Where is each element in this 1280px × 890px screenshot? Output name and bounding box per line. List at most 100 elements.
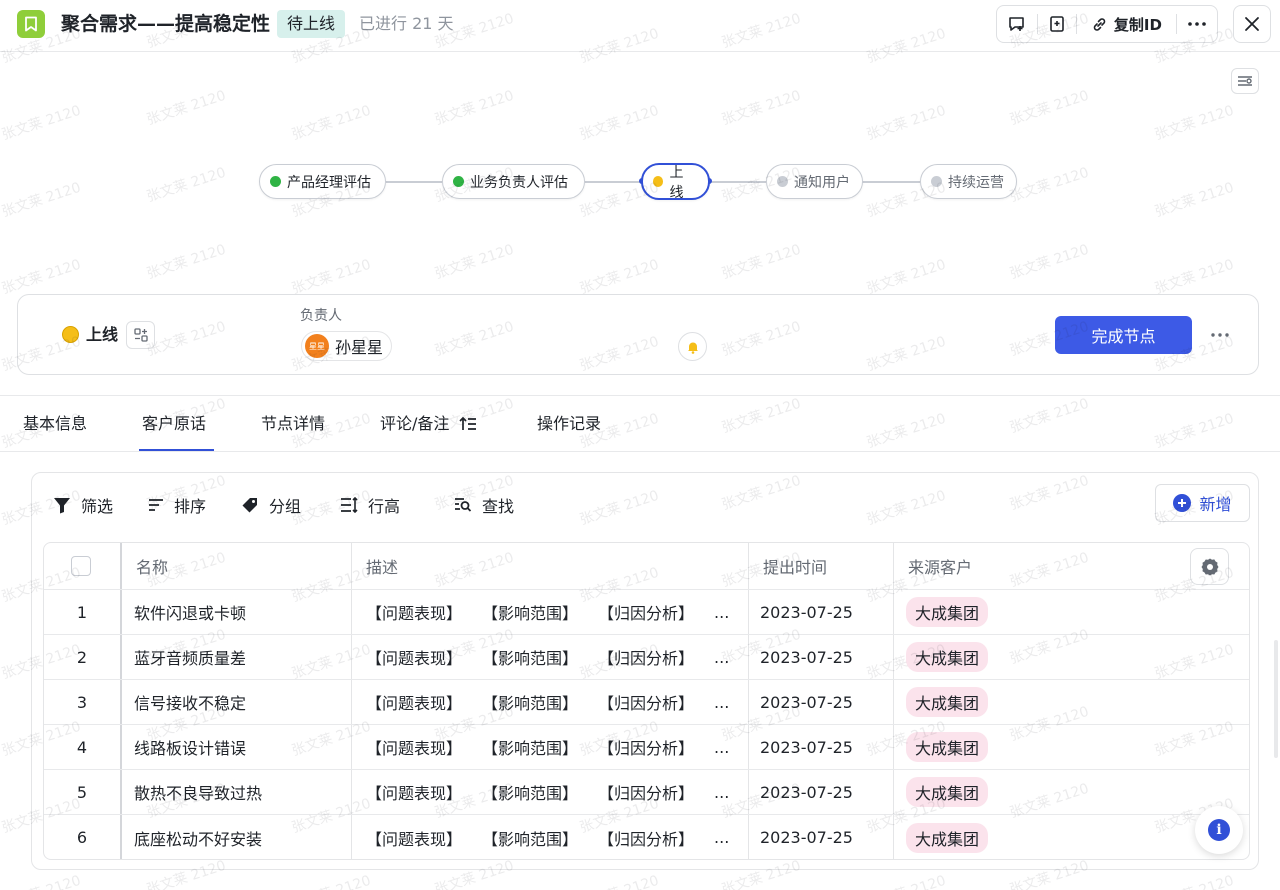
add-record-button[interactable]: 新增	[1155, 484, 1250, 522]
row-description[interactable]: 【问题表现】 【影响范围】 【归因分析】...	[366, 635, 741, 679]
description-part: 【影响范围】	[482, 829, 579, 849]
table-header: 名称 描述 提出时间 来源客户	[44, 543, 1249, 590]
select-all-checkbox[interactable]	[71, 543, 93, 589]
sort-order-icon[interactable]	[459, 416, 477, 432]
watermark-text: 张文莱 2120	[719, 241, 803, 283]
bookmark-add-button[interactable]	[1038, 6, 1076, 42]
table-row[interactable]: 2 蓝牙音频质量差 【问题表现】 【影响范围】 【归因分析】... 2023-07-25 大…	[44, 635, 1249, 680]
watermark-text: 张文莱 2120	[1007, 87, 1091, 129]
bell-icon	[687, 342, 698, 354]
plus-icon	[1173, 494, 1192, 512]
group-button[interactable]: 分组	[241, 493, 301, 517]
remind-button[interactable]	[678, 332, 707, 361]
table-row[interactable]: 3 信号接收不稳定 【问题表现】 【影响范围】 【归因分析】... 2023-07-25 大…	[44, 680, 1249, 725]
flow-node-notify-users[interactable]: 通知用户	[766, 164, 863, 199]
tab-comments[interactable]: 评论/备注	[380, 413, 477, 435]
column-header-description[interactable]: 描述	[366, 543, 398, 589]
status-dot-pending	[777, 176, 788, 187]
watermark-text: 张文莱 2120	[577, 102, 661, 144]
description-part: ...	[714, 737, 730, 757]
status-dot-current	[62, 326, 79, 343]
more-button[interactable]	[1177, 6, 1217, 42]
watermark-text: 张文莱 2120	[1007, 164, 1091, 206]
row-name[interactable]: 底座松动不好安装	[134, 815, 262, 859]
watermark-text: 张文莱 2120	[432, 241, 516, 283]
page-title: 聚合需求——提高稳定性	[61, 13, 271, 35]
table-settings-button[interactable]	[1190, 548, 1229, 585]
watermark-text: 张文莱 2120	[1152, 102, 1236, 144]
more-icon	[1188, 22, 1206, 26]
row-name[interactable]: 信号接收不稳定	[134, 680, 246, 724]
watermark-text: 张文莱 2120	[0, 102, 83, 144]
group-label: 分组	[269, 497, 302, 516]
status-dot-current	[653, 176, 664, 187]
customer-tag: 大成集团	[906, 777, 989, 807]
description-part: 【影响范围】	[482, 649, 579, 668]
tab-operation-log[interactable]: 操作记录	[537, 413, 601, 435]
description-part: 【归因分析】	[598, 829, 695, 849]
flow-connector	[862, 181, 920, 183]
row-description[interactable]: 【问题表现】 【影响范围】 【归因分析】...	[366, 725, 741, 769]
row-description[interactable]: 【问题表现】 【影响范围】 【归因分析】...	[366, 770, 741, 814]
node-detail-button[interactable]	[126, 321, 155, 349]
row-customer[interactable]: 大成集团	[906, 680, 989, 724]
row-time: 2023-07-25	[760, 647, 853, 667]
help-button[interactable]: i	[1195, 806, 1243, 854]
column-header-time[interactable]: 提出时间	[763, 543, 827, 589]
flow-node-operations[interactable]: 持续运营	[920, 164, 1017, 199]
complete-node-button[interactable]: 完成节点	[1055, 316, 1192, 354]
node-card: 上线 负责人 星星 孙星星 完成节点	[17, 294, 1259, 375]
flow-settings-button[interactable]	[1231, 68, 1259, 94]
owner-label: 负责人	[300, 308, 342, 324]
scrollbar[interactable]	[1274, 640, 1278, 758]
close-icon	[1245, 17, 1259, 31]
flow-node-business-owner[interactable]: 业务负责人评估	[442, 164, 585, 199]
comment-add-icon	[1009, 17, 1024, 31]
tab-basic-info[interactable]: 基本信息	[23, 413, 87, 435]
more-icon	[1211, 333, 1229, 337]
add-comment-button[interactable]	[997, 6, 1037, 42]
table-row[interactable]: 1 软件闪退或卡顿 【问题表现】 【影响范围】 【归因分析】... 2023-07-25 大…	[44, 590, 1249, 635]
page-header: 聚合需求——提高稳定性 待上线 已进行 21 天 复制ID	[0, 0, 1280, 52]
row-description[interactable]: 【问题表现】 【影响范围】 【归因分析】...	[366, 815, 741, 859]
row-customer[interactable]: 大成集团	[906, 590, 989, 634]
row-name[interactable]: 蓝牙音频质量差	[134, 635, 246, 679]
owner-name: 孙星星	[335, 338, 384, 357]
row-customer[interactable]: 大成集团	[906, 635, 989, 679]
gear-icon	[1201, 558, 1218, 575]
column-header-name[interactable]: 名称	[136, 543, 168, 589]
row-customer[interactable]: 大成集团	[906, 725, 989, 769]
row-height-icon	[341, 497, 358, 513]
sort-icon	[149, 499, 163, 511]
column-header-customer[interactable]: 来源客户	[908, 543, 972, 589]
description-part: 【问题表现】	[366, 604, 463, 623]
tab-node-details[interactable]: 节点详情	[261, 413, 325, 435]
tab-customer-voice[interactable]: 客户原话	[142, 413, 206, 435]
tab-bar: 基本信息 客户原话 节点详情 评论/备注 操作记录	[0, 395, 1280, 452]
row-description[interactable]: 【问题表现】 【影响范围】 【归因分析】...	[366, 680, 741, 724]
table-row[interactable]: 4 线路板设计错误 【问题表现】 【影响范围】 【归因分析】... 2023-07-25 大…	[44, 725, 1249, 770]
search-button[interactable]: 查找	[454, 493, 514, 517]
description-part: 【问题表现】	[366, 829, 463, 849]
row-time: 2023-07-25	[760, 692, 853, 712]
row-name[interactable]: 散热不良导致过热	[134, 770, 262, 814]
row-customer[interactable]: 大成集团	[906, 770, 989, 814]
flow-node-launch[interactable]: 上线	[641, 163, 710, 201]
watermark-text: 张文莱 2120	[289, 256, 373, 298]
row-description[interactable]: 【问题表现】 【影响范围】 【归因分析】...	[366, 590, 741, 634]
sort-button[interactable]: 排序	[148, 493, 206, 517]
filter-button[interactable]: 筛选	[53, 493, 113, 517]
owner-chip[interactable]: 星星 孙星星	[301, 331, 393, 361]
copy-id-button[interactable]: 复制ID	[1077, 6, 1177, 42]
flow-node-product-manager[interactable]: 产品经理评估	[259, 164, 386, 199]
flow-node-label: 产品经理评估	[287, 174, 371, 191]
row-customer[interactable]: 大成集团	[906, 815, 989, 859]
watermark-text: 张文莱 2120	[864, 870, 948, 890]
row-name[interactable]: 线路板设计错误	[134, 725, 246, 769]
close-button[interactable]	[1233, 5, 1271, 43]
node-more-button[interactable]	[1208, 323, 1232, 347]
table-row[interactable]: 6 底座松动不好安装 【问题表现】 【影响范围】 【归因分析】... 2023-07-25…	[44, 815, 1249, 859]
row-name[interactable]: 软件闪退或卡顿	[134, 590, 246, 634]
row-height-button[interactable]: 行高	[340, 493, 400, 517]
table-row[interactable]: 5 散热不良导致过热 【问题表现】 【影响范围】 【归因分析】... 2023-07-25…	[44, 770, 1249, 815]
